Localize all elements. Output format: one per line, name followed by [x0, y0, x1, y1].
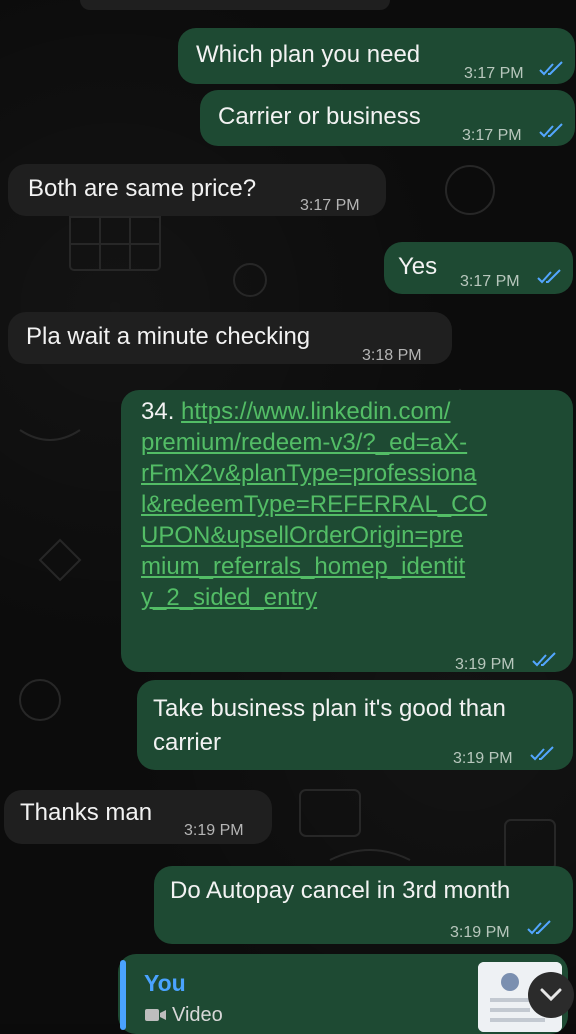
message-bubble-outgoing-link[interactable]: 34. https://www.linkedin.com/ premium/re… [121, 390, 573, 673]
linkedin-url-line-1[interactable]: https://www.linkedin.com/ [181, 398, 450, 425]
message-text: Thanks man [20, 799, 153, 826]
message-time: 3:17 PM [460, 273, 520, 290]
message-text: Yes [398, 253, 438, 280]
message-bubble-outgoing[interactable]: Which plan you need 3:17 PM [178, 28, 575, 84]
message-text: Both are same price? [28, 175, 257, 202]
message-time: 3:19 PM [455, 656, 515, 673]
linkedin-url-line-2[interactable]: premium/redeem-v3/?_ed=aX- [141, 429, 467, 456]
message-text: Carrier or business [218, 103, 421, 130]
video-camera-icon [145, 1009, 166, 1021]
linkedin-url-line-4[interactable]: l&redeemType=REFERRAL_CO [141, 491, 487, 518]
message-time: 3:18 PM [362, 347, 422, 364]
message-bubble-incoming[interactable]: Both are same price? 3:17 PM [8, 164, 386, 216]
linkedin-url-line-5[interactable]: UPON&upsellOrderOrigin=pre [141, 522, 463, 549]
message-time: 3:17 PM [300, 197, 360, 214]
message-bubble-incoming[interactable]: Thanks man 3:19 PM [4, 790, 272, 844]
message-bubble-outgoing[interactable]: Carrier or business 3:17 PM [200, 90, 575, 146]
message-text: Do Autopay cancel in 3rd month [170, 877, 511, 904]
double-check-icon [532, 652, 556, 667]
message-time: 3:19 PM [450, 924, 510, 941]
chevron-down-icon [540, 988, 562, 1002]
previous-message-edge [80, 0, 390, 10]
linkedin-url-line-7[interactable]: y_2_sided_entry [141, 584, 317, 611]
message-time: 3:17 PM [464, 65, 524, 82]
message-time: 3:19 PM [184, 822, 244, 839]
reply-sender: You [144, 970, 186, 996]
reply-accent-bar [120, 960, 126, 1030]
linkedin-url-line-6[interactable]: mium_referrals_homep_identit [141, 553, 465, 580]
message-bubble-outgoing[interactable]: Yes 3:17 PM [384, 242, 573, 294]
message-text: Pla wait a minute checking [26, 323, 311, 350]
scroll-to-bottom-button[interactable] [528, 972, 574, 1018]
double-check-icon [537, 269, 561, 284]
double-check-icon [539, 61, 563, 76]
message-bubble-outgoing[interactable]: Do Autopay cancel in 3rd month 3:19 PM [154, 866, 573, 944]
double-check-icon [527, 920, 551, 935]
double-check-icon [539, 123, 563, 138]
list-number: 34. [141, 398, 182, 425]
message-time: 3:19 PM [453, 750, 513, 767]
message-bubble-outgoing[interactable]: Take business plan it's good than carrie… [137, 680, 573, 770]
linkedin-url-line-3[interactable]: rFmX2v&planType=professiona [141, 460, 477, 487]
double-check-icon [530, 746, 554, 761]
message-bubble-incoming[interactable]: Pla wait a minute checking 3:18 PM [8, 312, 452, 364]
message-time: 3:17 PM [462, 127, 522, 144]
message-text: Which plan you need [196, 41, 421, 68]
